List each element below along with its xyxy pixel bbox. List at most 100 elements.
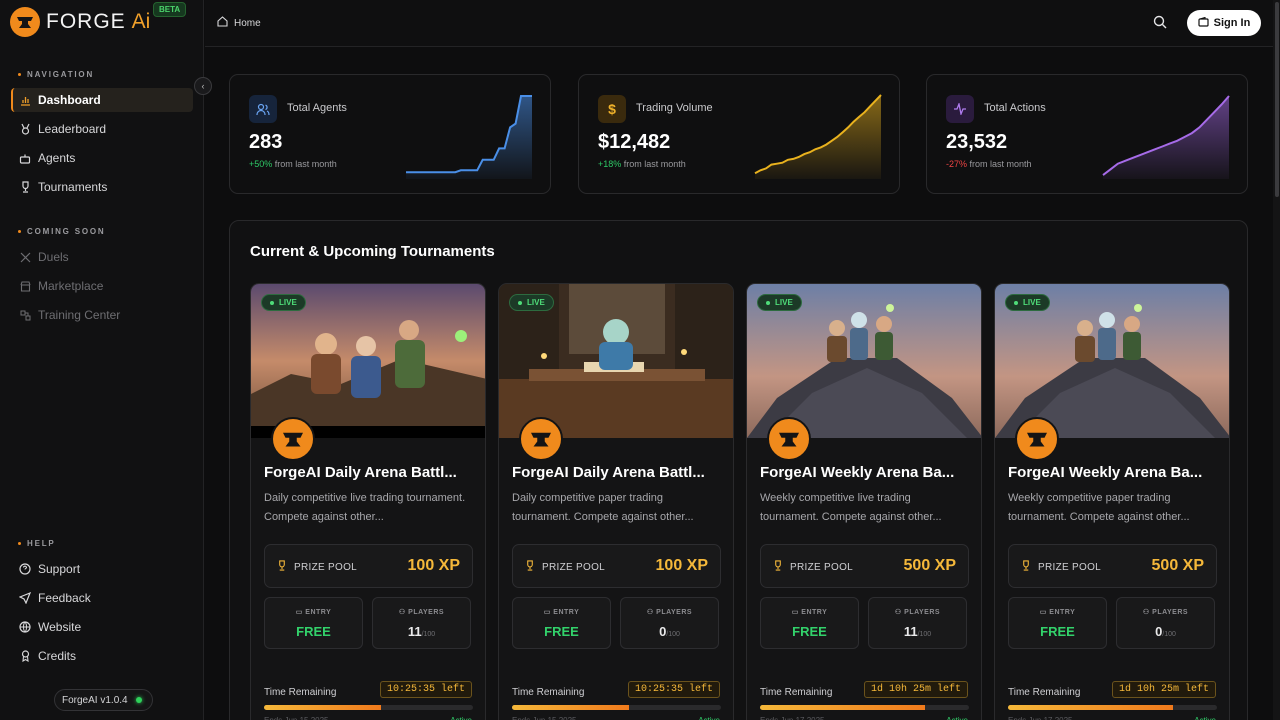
bar-chart-icon (19, 94, 31, 106)
live-label: LIVE (775, 298, 793, 307)
breadcrumb[interactable]: Home (217, 16, 261, 30)
section-title: Current & Upcoming Tournaments (250, 243, 495, 260)
sparkline-area (1103, 96, 1229, 179)
sidebar-item-dashboard[interactable]: Dashboard (11, 88, 193, 112)
stat-label: Total Agents (287, 102, 347, 114)
sidebar-item-label: Leaderboard (38, 122, 107, 136)
time-progress-fill (512, 705, 630, 710)
stat-card-volume: $ Trading Volume $12,482 +18% from last … (578, 74, 900, 194)
players-label: PLAYERS (656, 609, 693, 616)
live-label: LIVE (1023, 298, 1041, 307)
status-label: Active (698, 716, 720, 720)
end-date: Ends Jun 17 2025 (1008, 716, 1073, 720)
tournament-title: ForgeAI Daily Arena Battl... (512, 464, 705, 481)
anvil-avatar-icon (519, 417, 563, 461)
stat-change: +50% from last month (249, 159, 337, 169)
prize-pool: PRIZE POOL 100 XP (264, 544, 473, 588)
anvil-avatar-icon (271, 417, 315, 461)
tournaments-panel: Current & Upcoming Tournaments LIVE Forg… (229, 220, 1248, 720)
help-circle-icon (19, 563, 31, 575)
players-box: ⚇ PLAYERS 0/100 (1116, 597, 1215, 649)
brand-logo[interactable]: FORGE Ai (10, 7, 150, 37)
collapse-sidebar-button[interactable]: ‹ (194, 77, 212, 95)
trophy-icon (277, 560, 287, 574)
players-cap: /100 (421, 631, 436, 638)
search-icon[interactable] (1153, 15, 1167, 32)
stat-change-text: from last month (969, 159, 1032, 169)
sidebar-item-duels[interactable]: Duels (11, 245, 193, 269)
ticket-icon: ▭ (543, 609, 554, 616)
players-box: ⚇ PLAYERS 11/100 (372, 597, 471, 649)
countdown-badge: 1d 10h 25m left (863, 681, 968, 698)
live-label: LIVE (527, 298, 545, 307)
sidebar-item-website[interactable]: Website (11, 615, 193, 639)
breadcrumb-home: Home (234, 17, 261, 29)
status-label: Active (1194, 716, 1216, 720)
players-box: ⚇ PLAYERS 0/100 (620, 597, 719, 649)
entry-box: ▭ ENTRY FREE (1008, 597, 1107, 649)
sidebar-item-agents[interactable]: Agents (11, 146, 193, 170)
sidebar-item-label: Feedback (38, 591, 91, 605)
sidebar-item-label: Agents (38, 151, 76, 165)
tournament-card[interactable]: LIVE ForgeAI Daily Arena Battl... Daily … (250, 283, 486, 720)
sidebar-item-label: Credits (38, 649, 77, 663)
stat-change: +18% from last month (598, 159, 686, 169)
prize-pool: PRIZE POOL 500 XP (760, 544, 969, 588)
sidebar-item-training-center[interactable]: Training Center (11, 303, 193, 327)
sidebar-item-support[interactable]: Support (11, 557, 193, 581)
time-progress-bar (760, 705, 969, 710)
tournament-card[interactable]: LIVE ForgeAI Weekly Arena Ba... Weekly c… (746, 283, 982, 720)
globe-icon (19, 621, 31, 633)
users-icon: ⚇ (894, 609, 905, 616)
send-icon (19, 592, 31, 604)
sidebar-item-leaderboard[interactable]: Leaderboard (11, 117, 193, 141)
sidebar-item-credits[interactable]: Credits (11, 644, 193, 668)
tournament-title: ForgeAI Weekly Arena Ba... (760, 464, 955, 481)
users-icon: ⚇ (646, 609, 657, 616)
entry-label: ENTRY (1049, 609, 1076, 616)
tournament-description: Weekly competitive live trading tourname… (760, 492, 942, 523)
sidebar-item-label: Training Center (38, 308, 121, 322)
stat-value: 283 (249, 131, 283, 153)
sidebar-item-marketplace[interactable]: Marketplace (11, 274, 193, 298)
countdown-badge: 10:25:35 left (379, 681, 472, 698)
live-dot (1014, 300, 1018, 305)
medal-icon (19, 123, 31, 135)
sidebar-item-feedback[interactable]: Feedback (11, 586, 193, 610)
nodes-icon (19, 309, 31, 321)
stat-change-pct: +50% (249, 159, 273, 169)
anvil-avatar-icon (767, 417, 811, 461)
activity-icon (946, 95, 974, 123)
status-label: Active (946, 716, 968, 720)
chevron-left-icon: ‹ (201, 81, 205, 91)
award-icon (19, 650, 31, 662)
end-date: Ends Jun 15 2025 (264, 716, 329, 720)
status-label: Active (450, 716, 472, 720)
prize-label: PRIZE POOL (1038, 561, 1102, 573)
entry-value: FREE (792, 624, 827, 639)
scrollbar-thumb[interactable] (1275, 2, 1279, 197)
entry-label: ENTRY (801, 609, 828, 616)
tournament-card[interactable]: LIVE ForgeAI Daily Arena Battl... Daily … (498, 283, 734, 720)
live-badge: LIVE (757, 294, 802, 311)
help-section-title: HELP (18, 539, 56, 548)
ticket-icon: ▭ (295, 609, 306, 616)
prize-label: PRIZE POOL (542, 561, 606, 573)
countdown-badge: 10:25:35 left (627, 681, 720, 698)
players-count: 11 (407, 624, 422, 639)
sidebar-item-tournaments[interactable]: Tournaments (11, 175, 193, 199)
entry-value: FREE (1040, 624, 1075, 639)
volume-sparkline (754, 94, 882, 179)
tournament-card[interactable]: LIVE ForgeAI Weekly Arena Ba... Weekly c… (994, 283, 1230, 720)
stat-value: 23,532 (946, 131, 1008, 153)
users-icon: ⚇ (398, 609, 409, 616)
players-cap: /100 (1162, 631, 1176, 638)
sign-in-button[interactable]: Sign In (1187, 10, 1261, 36)
prize-pool: PRIZE POOL 100 XP (512, 544, 721, 588)
prize-value: 100 XP (655, 557, 708, 574)
live-dot (270, 300, 274, 305)
players-value: 0/100 (621, 624, 718, 639)
robot-icon (19, 152, 31, 164)
entry-value: FREE (544, 624, 579, 639)
tournament-description: Daily competitive paper trading tourname… (512, 492, 694, 523)
